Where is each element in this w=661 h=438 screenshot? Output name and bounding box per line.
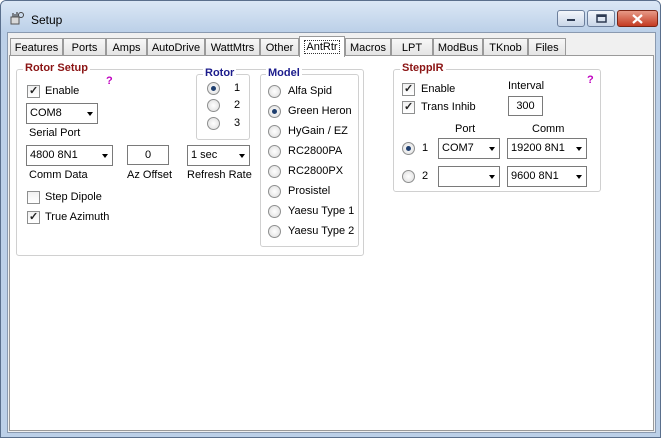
tab-lpt[interactable]: LPT (391, 38, 433, 56)
model-radio-yaesu-type-2[interactable] (268, 225, 281, 238)
rotor-radio-3[interactable] (207, 117, 220, 130)
model-option-label: Yaesu Type 2 (288, 225, 355, 237)
steppir-row1-port-dropdown[interactable]: COM7 (438, 138, 500, 159)
steppir-enable-checkbox[interactable] (402, 82, 415, 96)
chevron-down-icon (489, 175, 495, 179)
steppir-title: SteppIR (400, 62, 446, 74)
tab-wattmtrs[interactable]: WattMtrs (205, 38, 260, 56)
model-option-label: RC2800PX (288, 165, 344, 177)
model-radio-rc2800pa[interactable] (268, 145, 281, 158)
rotor-setup-help[interactable]: ? (106, 75, 113, 87)
title-bar[interactable]: Setup (1, 1, 660, 32)
rotor-setup-group: Rotor Setup ? Enable COM8 Serial Port 48… (16, 62, 364, 256)
rotor-setup-title: Rotor Setup (23, 62, 90, 74)
rotor-title: Rotor (203, 67, 237, 79)
model-title: Model (266, 67, 302, 79)
trans-inhib-checkbox[interactable] (402, 100, 415, 114)
steppir-row2-port-dropdown[interactable] (438, 166, 500, 187)
interval-input[interactable]: 300 (508, 96, 543, 116)
model-option-label: Prosistel (288, 185, 331, 197)
antrtr-panel: Rotor Setup ? Enable COM8 Serial Port 48… (9, 55, 654, 431)
model-radio-prosistel[interactable] (268, 185, 281, 198)
model-option-label: RC2800PA (288, 145, 343, 157)
chevron-down-icon (489, 147, 495, 151)
minimize-icon (567, 18, 575, 21)
steppir-help[interactable]: ? (587, 74, 594, 86)
model-group: Model Alfa Spid Green Heron HyGain / EZ … (260, 67, 359, 247)
refresh-rate-label: Refresh Rate (187, 169, 252, 181)
tab-modbus[interactable]: ModBus (433, 38, 483, 56)
rotor-enable-checkbox[interactable] (27, 84, 40, 98)
comm-data-label: Comm Data (29, 169, 88, 181)
step-dipole-label: Step Dipole (45, 191, 102, 203)
chevron-down-icon (239, 154, 245, 158)
model-radio-rc2800px[interactable] (268, 165, 281, 178)
comm-data-dropdown[interactable]: 4800 8N1 (26, 145, 113, 166)
tab-strip: Features Ports Amps AutoDrive WattMtrs O… (8, 36, 655, 57)
steppir-row2-comm-dropdown[interactable]: 9600 8N1 (507, 166, 587, 187)
rotor-option-label: 1 (234, 82, 241, 94)
chevron-down-icon (576, 147, 582, 151)
steppir-row2-label: 2 (422, 170, 429, 182)
steppir-row1-label: 1 (422, 142, 429, 154)
step-dipole-checkbox[interactable] (27, 191, 40, 204)
model-radio-alfa-spid[interactable] (268, 85, 281, 98)
port-header: Port (455, 123, 476, 135)
rotor-enable-label: Enable (45, 85, 80, 97)
rotor-radio-2[interactable] (207, 99, 220, 112)
model-option-label: Yaesu Type 1 (288, 205, 355, 217)
tab-autodrive[interactable]: AutoDrive (147, 38, 205, 56)
model-radio-yaesu-type-1[interactable] (268, 205, 281, 218)
steppir-row1-comm-dropdown[interactable]: 19200 8N1 (507, 138, 587, 159)
model-radio-green-heron[interactable] (268, 105, 281, 118)
model-radio-hygain-ez[interactable] (268, 125, 281, 138)
minimize-button[interactable] (557, 10, 585, 27)
app-icon (10, 12, 24, 25)
true-azimuth-checkbox[interactable] (27, 210, 40, 224)
tab-files[interactable]: Files (528, 38, 566, 56)
chevron-down-icon (102, 154, 108, 158)
rotor-radio-1[interactable] (207, 82, 220, 95)
rotor-group: Rotor 1 2 3 (196, 67, 250, 140)
model-option-label: Alfa Spid (288, 85, 333, 97)
model-option-label: HyGain / EZ (288, 125, 348, 137)
steppir-enable-label: Enable (421, 83, 456, 95)
interval-label: Interval (508, 80, 545, 92)
close-button[interactable] (617, 10, 658, 27)
tab-macros[interactable]: Macros (345, 38, 391, 56)
maximize-button[interactable] (587, 10, 615, 27)
dialog-client: Features Ports Amps AutoDrive WattMtrs O… (7, 32, 656, 433)
setup-window: Setup Features Ports Amps AutoDrive Watt… (0, 0, 661, 438)
az-offset-input[interactable]: 0 (127, 145, 169, 165)
rotor-option-label: 3 (234, 117, 241, 129)
steppir-group: SteppIR ? Enable Trans Inhib Interval 30… (393, 62, 601, 192)
tab-features[interactable]: Features (10, 38, 63, 56)
serial-port-label: Serial Port (29, 127, 81, 139)
comm-header: Comm (532, 123, 565, 135)
tab-amps[interactable]: Amps (106, 38, 147, 56)
true-azimuth-label: True Azimuth (45, 211, 110, 223)
steppir-radio-2[interactable] (402, 170, 415, 183)
az-offset-label: Az Offset (127, 169, 173, 181)
maximize-icon (595, 14, 607, 23)
close-icon (632, 13, 643, 24)
tab-ports[interactable]: Ports (63, 38, 106, 56)
window-title: Setup (31, 13, 63, 27)
tab-other[interactable]: Other (260, 38, 299, 56)
trans-inhib-label: Trans Inhib (421, 101, 476, 113)
chevron-down-icon (87, 112, 93, 116)
chevron-down-icon (576, 175, 582, 179)
model-option-label: Green Heron (288, 105, 352, 117)
steppir-radio-1[interactable] (402, 142, 415, 155)
tab-tknob[interactable]: TKnob (483, 38, 528, 56)
rotor-option-label: 2 (234, 99, 241, 111)
refresh-rate-dropdown[interactable]: 1 sec (187, 145, 250, 166)
tab-antrtr[interactable]: AntRtr (299, 36, 345, 57)
serial-port-dropdown[interactable]: COM8 (26, 103, 98, 124)
